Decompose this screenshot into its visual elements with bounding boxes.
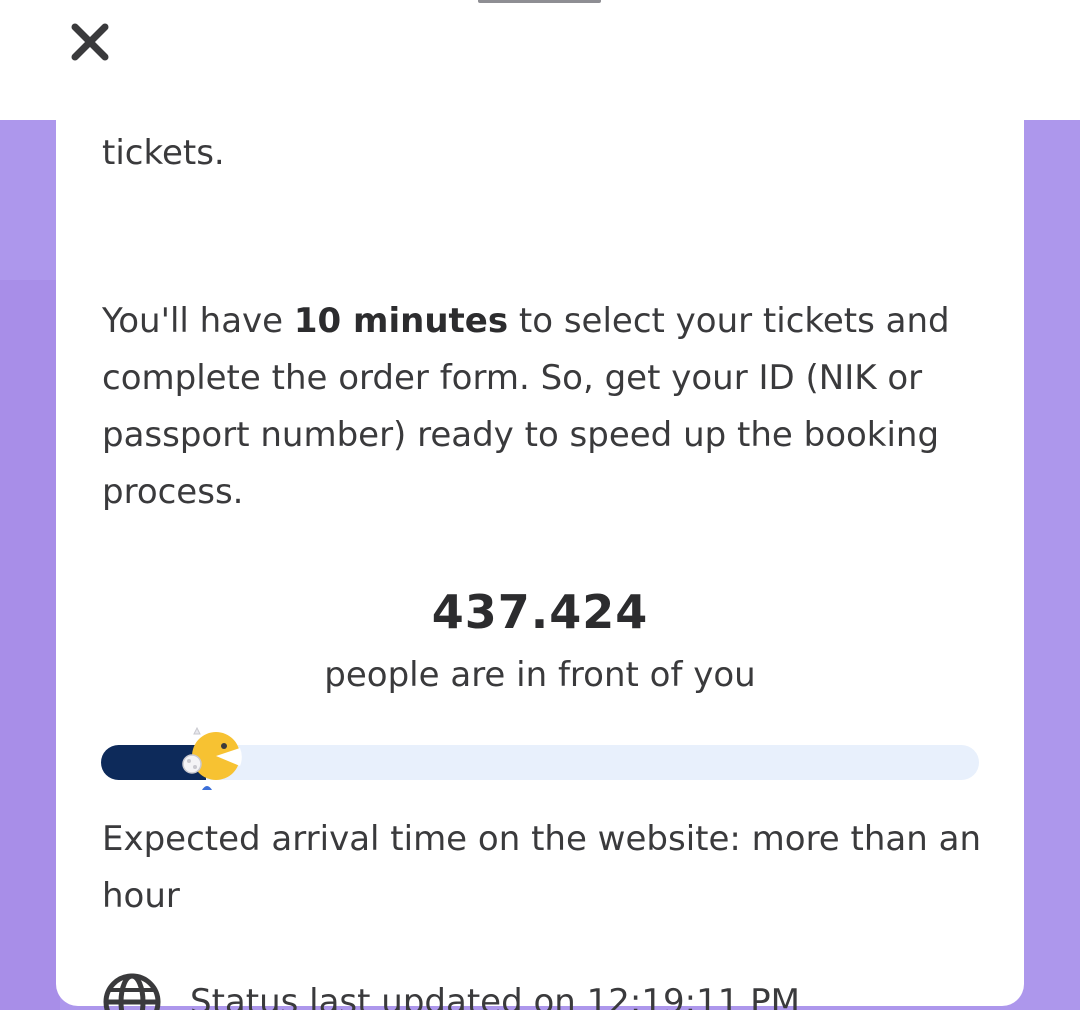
instruction-text-start: You'll have [102, 301, 294, 341]
time-limit-text: 10 minutes [293, 301, 509, 341]
queue-count: 437.424 [431, 585, 649, 639]
globe-icon [103, 973, 161, 1010]
queue-count-label: people are in front of you [324, 655, 756, 695]
status-updated-text: Status last updated on 12:19:11 PM [190, 982, 800, 1010]
sheet-header [0, 0, 1080, 120]
close-icon [71, 23, 109, 61]
screen: tickets. You'll have 10 minutes to selec… [0, 0, 1080, 1010]
background-shade [0, 280, 60, 1010]
intro-text-tail: tickets. [102, 133, 225, 173]
expected-arrival-text: Expected arrival time on the website: mo… [102, 819, 981, 916]
instruction-paragraph: You'll have 10 minutes to select your ti… [102, 293, 982, 521]
close-button[interactable] [64, 16, 116, 68]
status-row: Status last updated on 12:19:11 PM [102, 966, 982, 1010]
drag-handle[interactable] [478, 0, 601, 3]
mascot-icon [182, 726, 242, 790]
queue-card: tickets. You'll have 10 minutes to selec… [56, 120, 1024, 1010]
